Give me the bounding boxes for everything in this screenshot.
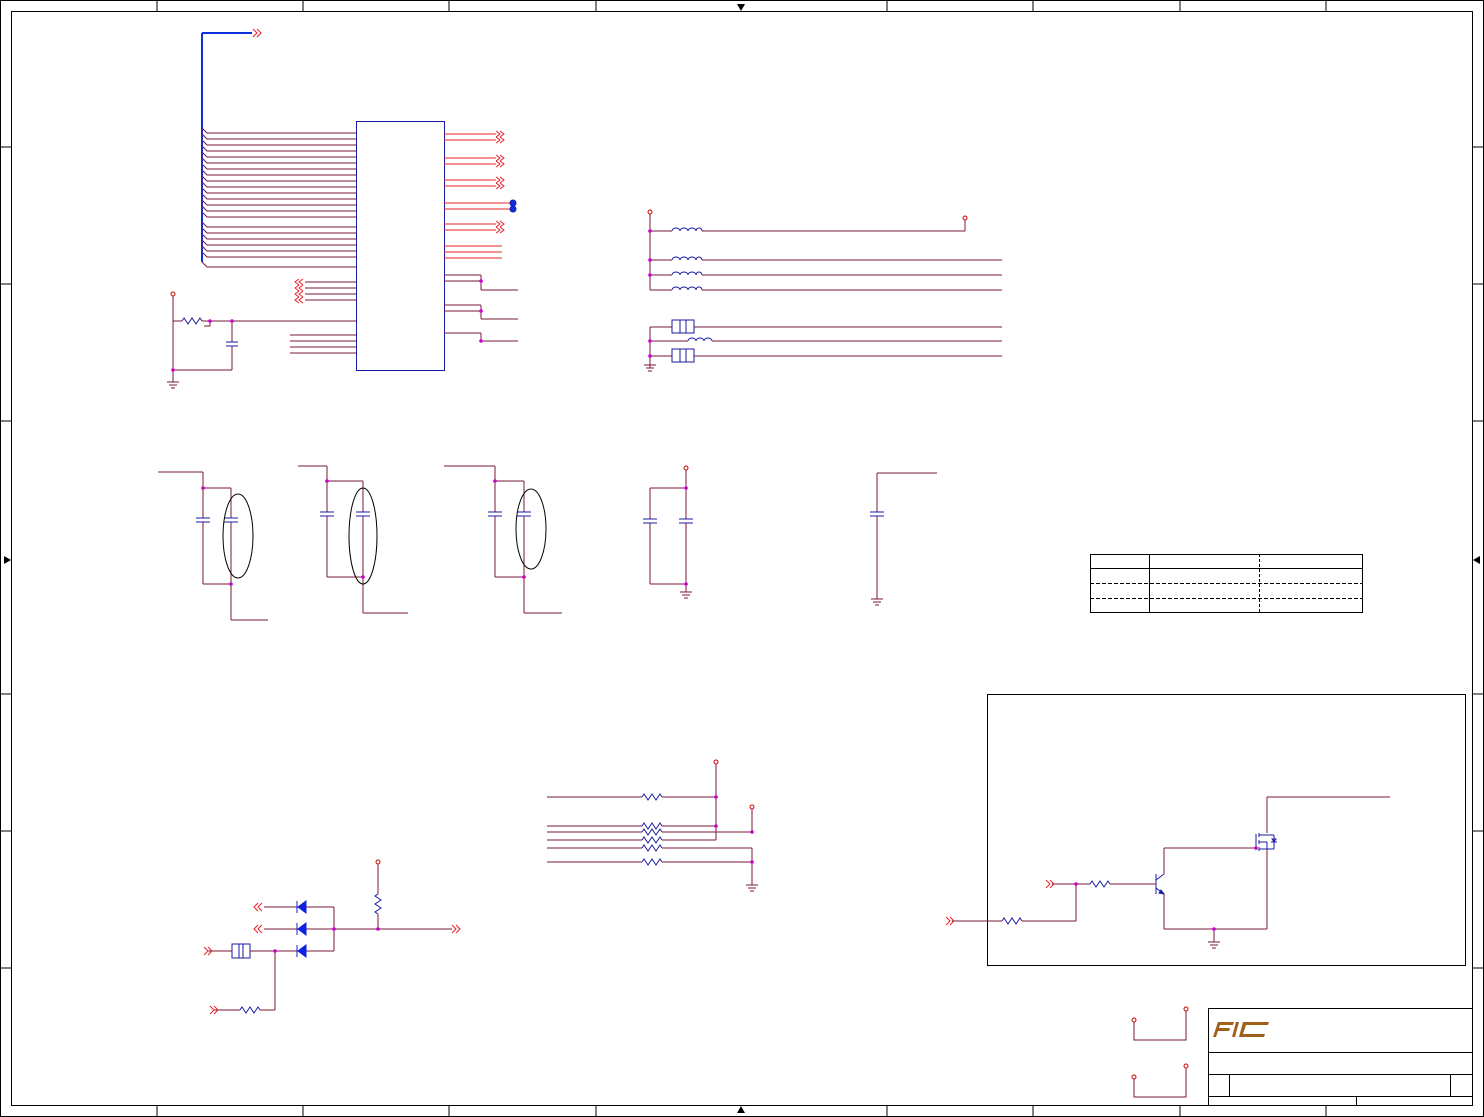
jumper-pads <box>1131 1006 1189 1098</box>
bus-entries <box>201 127 356 268</box>
connector-ic-body <box>356 121 445 371</box>
connector-block <box>167 28 518 389</box>
switch-circuit-box <box>945 694 1466 966</box>
decoupling-caps-2 <box>298 465 408 614</box>
schematic-sheet <box>0 0 1484 1117</box>
bjt-symbol <box>1155 873 1166 895</box>
mosfet-symbol <box>1255 833 1277 851</box>
inductor-filter-block <box>644 209 1002 372</box>
sheet-frame <box>0 0 1484 1117</box>
left-inport-arrows <box>294 278 304 304</box>
ic-left-lower-inputs <box>290 281 356 354</box>
diode-junctions <box>273 927 380 953</box>
decoupling-caps-4 <box>643 465 693 599</box>
FIC-logo <box>1213 1022 1269 1037</box>
decoupling-caps-3 <box>444 465 562 614</box>
option-table <box>1090 554 1363 613</box>
diode-or-network <box>203 859 461 1015</box>
rc-network <box>167 291 356 389</box>
decoupling-junctions <box>201 479 688 586</box>
switch-junctions <box>1074 846 1258 931</box>
ic-right-lower-wires <box>444 274 518 342</box>
rc-junctions <box>171 319 234 372</box>
ic-right-wires <box>444 133 510 259</box>
decoupling-cap-5 <box>870 472 937 606</box>
resistor-array-junctions <box>714 795 754 864</box>
right-offpage-arrows <box>495 130 505 234</box>
bus-offpage-arrow <box>252 28 262 38</box>
diode-symbols <box>296 900 307 958</box>
resistor-array <box>547 759 758 892</box>
data-bus <box>201 32 252 262</box>
decoupling-caps-1 <box>158 471 268 621</box>
test-points <box>509 199 517 213</box>
